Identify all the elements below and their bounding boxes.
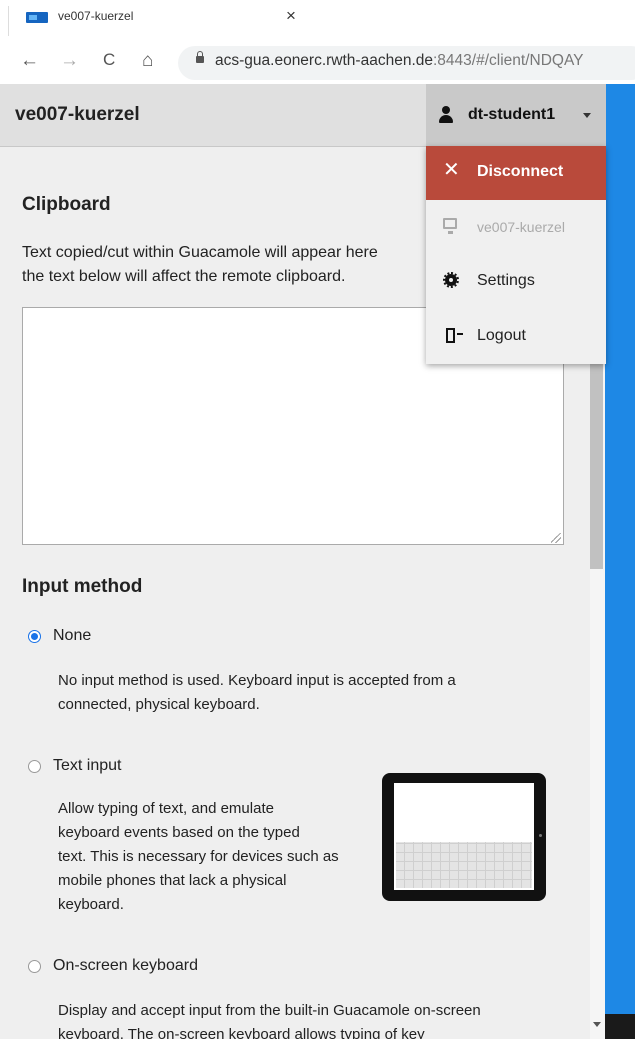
text-input-description-line3: text. This is necessary for devices such… xyxy=(58,848,339,865)
username[interactable]: dt-student1 xyxy=(468,106,555,124)
scroll-down-icon[interactable] xyxy=(593,1022,601,1027)
back-icon[interactable]: ← xyxy=(20,50,39,72)
logout-icon xyxy=(446,328,455,343)
close-icon: ✕ xyxy=(443,159,460,181)
menu-item-settings[interactable]: Settings xyxy=(426,255,606,309)
reload-icon[interactable]: C xyxy=(103,50,115,70)
radio-text-input-label[interactable]: Text input xyxy=(53,757,121,775)
menu-item-disconnect-label: Disconnect xyxy=(477,163,564,180)
tab-favicon-icon xyxy=(26,12,48,23)
menu-item-connection-label: ve007-kuerzel xyxy=(477,219,565,235)
url-text[interactable]: acs-gua.eonerc.rwth-aachen.de:8443/#/cli… xyxy=(215,52,583,70)
user-icon xyxy=(439,106,453,124)
connection-name: ve007-kuerzel xyxy=(15,104,140,125)
none-description-line1: No input method is used. Keyboard input … xyxy=(58,672,456,689)
url-host: acs-gua.eonerc.rwth-aachen.de xyxy=(215,52,433,69)
menu-item-connection: ve007-kuerzel xyxy=(426,200,606,254)
user-dropdown-menu: ✕ Disconnect ve007-kuerzel Settings Logo… xyxy=(426,146,606,364)
tab-title[interactable]: ve007-kuerzel xyxy=(58,9,133,23)
text-input-description-line5: keyboard. xyxy=(58,896,124,913)
radio-none[interactable] xyxy=(28,630,41,643)
text-input-description-line1: Allow typing of text, and emulate xyxy=(58,800,274,817)
forward-icon[interactable]: → xyxy=(60,50,79,72)
scrollbar-thumb[interactable] xyxy=(590,354,603,569)
guacamole-app: ve007-kuerzel dt-student1 Clipboard Text… xyxy=(0,84,635,1039)
clipboard-title: Clipboard xyxy=(22,194,111,215)
onscreen-keyboard-description-line1: Display and accept input from the built-… xyxy=(58,1002,481,1019)
radio-onscreen-keyboard-label[interactable]: On-screen keyboard xyxy=(53,957,198,975)
menu-item-logout-label: Logout xyxy=(477,327,526,344)
browser-tab-bar: ve007-kuerzel × xyxy=(0,0,635,42)
menu-item-disconnect[interactable]: ✕ Disconnect xyxy=(426,146,606,200)
tab-close-icon[interactable]: × xyxy=(286,6,296,26)
radio-onscreen-keyboard[interactable] xyxy=(28,960,41,973)
clipboard-description-line2: the text below will affect the remote cl… xyxy=(22,268,346,285)
gear-icon xyxy=(443,272,459,288)
url-path: :8443/#/client/NDQAY xyxy=(433,52,584,69)
remote-desktop-taskbar xyxy=(605,1014,635,1039)
text-input-description-line2: keyboard events based on the typed xyxy=(58,824,300,841)
tablet-keyboard-icon xyxy=(396,842,532,888)
clipboard-description-line1: Text copied/cut within Guacamole will ap… xyxy=(22,244,378,261)
menu-item-settings-label: Settings xyxy=(477,272,535,289)
monitor-icon xyxy=(443,218,457,234)
tab-divider xyxy=(8,6,9,36)
remote-desktop-edge xyxy=(605,84,635,1039)
radio-none-label[interactable]: None xyxy=(53,627,91,645)
onscreen-keyboard-description-line2: keyboard. The on-screen keyboard allows … xyxy=(58,1026,425,1039)
text-input-description-line4: mobile phones that lack a physical xyxy=(58,872,287,889)
menu-item-logout[interactable]: Logout xyxy=(426,310,606,364)
tablet-button xyxy=(539,834,542,837)
input-method-title: Input method xyxy=(22,576,143,597)
resize-grip-icon[interactable] xyxy=(551,533,561,543)
logout-arrow-icon xyxy=(457,333,463,335)
home-icon[interactable]: ⌂ xyxy=(142,50,153,72)
lock-icon[interactable] xyxy=(196,51,204,63)
none-description-line2: connected, physical keyboard. xyxy=(58,696,260,713)
caret-down-icon[interactable] xyxy=(583,113,591,118)
radio-text-input[interactable] xyxy=(28,760,41,773)
